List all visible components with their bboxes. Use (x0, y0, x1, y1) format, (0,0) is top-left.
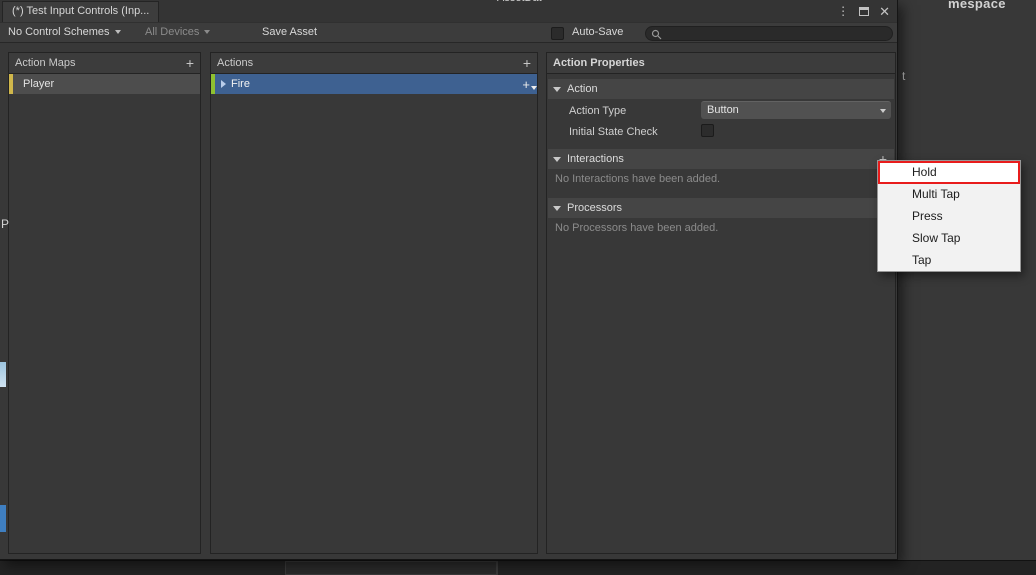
action-maps-title: Action Maps (15, 57, 76, 69)
processors-empty-message: No Processors have been added. (555, 222, 719, 234)
action-type-value: Button (707, 104, 739, 116)
control-schemes-label: No Control Schemes (8, 26, 110, 38)
action-map-item-player[interactable]: Player (9, 74, 200, 94)
background-scene-sliver (0, 362, 6, 387)
background-text-partial: t (902, 69, 906, 83)
action-label: Fire (231, 78, 250, 90)
search-icon (651, 29, 662, 40)
control-schemes-dropdown[interactable]: No Control Schemes (8, 23, 121, 42)
devices-dropdown[interactable]: All Devices (145, 23, 211, 42)
action-properties-panel: Action Properties Action Action Type But… (546, 52, 896, 554)
add-binding-button[interactable]: + (522, 76, 537, 92)
disclosure-triangle-icon[interactable] (221, 80, 226, 88)
add-binding-plus: + (522, 76, 530, 92)
interactions-section-title: Interactions (567, 153, 624, 165)
background-top-partial-text: AssetDat (497, 0, 542, 4)
screen: mespace t AssetDat P (*) Test Input Cont… (0, 0, 1036, 575)
foldout-open-icon (553, 156, 561, 162)
background-blue-sliver (0, 505, 6, 532)
search-input[interactable] (645, 26, 893, 41)
save-asset-button[interactable]: Save Asset (262, 23, 317, 42)
menu-item-multi-tap[interactable]: Multi Tap (878, 183, 1020, 205)
input-actions-window: (*) Test Input Controls (Inp... ⋮ ✕ No C… (0, 0, 898, 560)
chevron-down-icon (880, 109, 886, 113)
window-controls: ⋮ ✕ (837, 0, 890, 22)
action-section-title: Action (567, 83, 598, 95)
foldout-open-icon (553, 205, 561, 211)
interactions-section-header[interactable]: Interactions + (548, 149, 894, 169)
chevron-down-icon (531, 85, 537, 90)
foldout-open-icon (553, 86, 561, 92)
toolbar: No Control Schemes All Devices Save Asse… (0, 22, 897, 43)
chevron-down-icon (114, 30, 121, 34)
action-section-header[interactable]: Action (548, 79, 894, 99)
background-editor-right: mespace t (898, 0, 1036, 560)
menu-item-hold[interactable]: Hold (878, 161, 1020, 183)
interactions-empty-message: No Interactions have been added. (555, 173, 721, 185)
map-indicator (9, 74, 13, 94)
action-indicator (211, 74, 215, 94)
action-maps-header: Action Maps + (9, 53, 200, 74)
add-action-button[interactable]: + (523, 56, 531, 70)
action-properties-header: Action Properties (547, 53, 895, 74)
auto-save-checkbox[interactable] (551, 27, 564, 40)
action-properties-body: Action Action Type Button Initial State … (547, 74, 895, 553)
processors-section-title: Processors (567, 202, 623, 214)
close-icon[interactable]: ✕ (879, 5, 890, 18)
kebab-menu-icon[interactable]: ⋮ (837, 5, 849, 17)
processors-section-header[interactable]: Processors + (548, 198, 894, 218)
add-action-map-button[interactable]: + (186, 56, 194, 70)
action-item-left: Fire (211, 78, 250, 90)
devices-label: All Devices (145, 26, 200, 38)
actions-panel: Actions + Fire + (210, 52, 538, 554)
background-bottom-divider (497, 561, 498, 575)
background-bottom-segment (285, 561, 497, 575)
background-code-partial: mespace (948, 0, 1006, 11)
background-top-partial: AssetDat (497, 0, 587, 5)
menu-item-tap[interactable]: Tap (878, 249, 1020, 271)
actions-header: Actions + (211, 53, 537, 74)
action-type-dropdown[interactable]: Button (701, 101, 891, 119)
action-item-fire[interactable]: Fire + (211, 74, 537, 94)
action-maps-panel: Action Maps + Player (8, 52, 201, 554)
auto-save-label: Auto-Save (572, 26, 624, 38)
window-tab[interactable]: (*) Test Input Controls (Inp... (2, 1, 160, 22)
actions-title: Actions (217, 57, 254, 69)
action-properties-title: Action Properties (553, 57, 645, 69)
menu-item-slow-tap[interactable]: Slow Tap (878, 227, 1020, 249)
initial-state-check-label: Initial State Check (569, 126, 658, 138)
maximize-icon[interactable] (859, 6, 870, 16)
window-tab-title: (*) Test Input Controls (Inp... (12, 5, 150, 17)
menu-item-press[interactable]: Press (878, 205, 1020, 227)
background-left-partial: P (1, 217, 10, 231)
interactions-context-menu: Hold Multi Tap Press Slow Tap Tap (877, 160, 1021, 272)
initial-state-check-checkbox[interactable] (701, 124, 714, 137)
window-titlebar: (*) Test Input Controls (Inp... ⋮ ✕ (0, 0, 897, 22)
action-type-label: Action Type (569, 105, 627, 117)
background-editor-bottom (0, 560, 1036, 575)
chevron-down-icon (204, 30, 211, 34)
action-map-label: Player (23, 78, 55, 90)
